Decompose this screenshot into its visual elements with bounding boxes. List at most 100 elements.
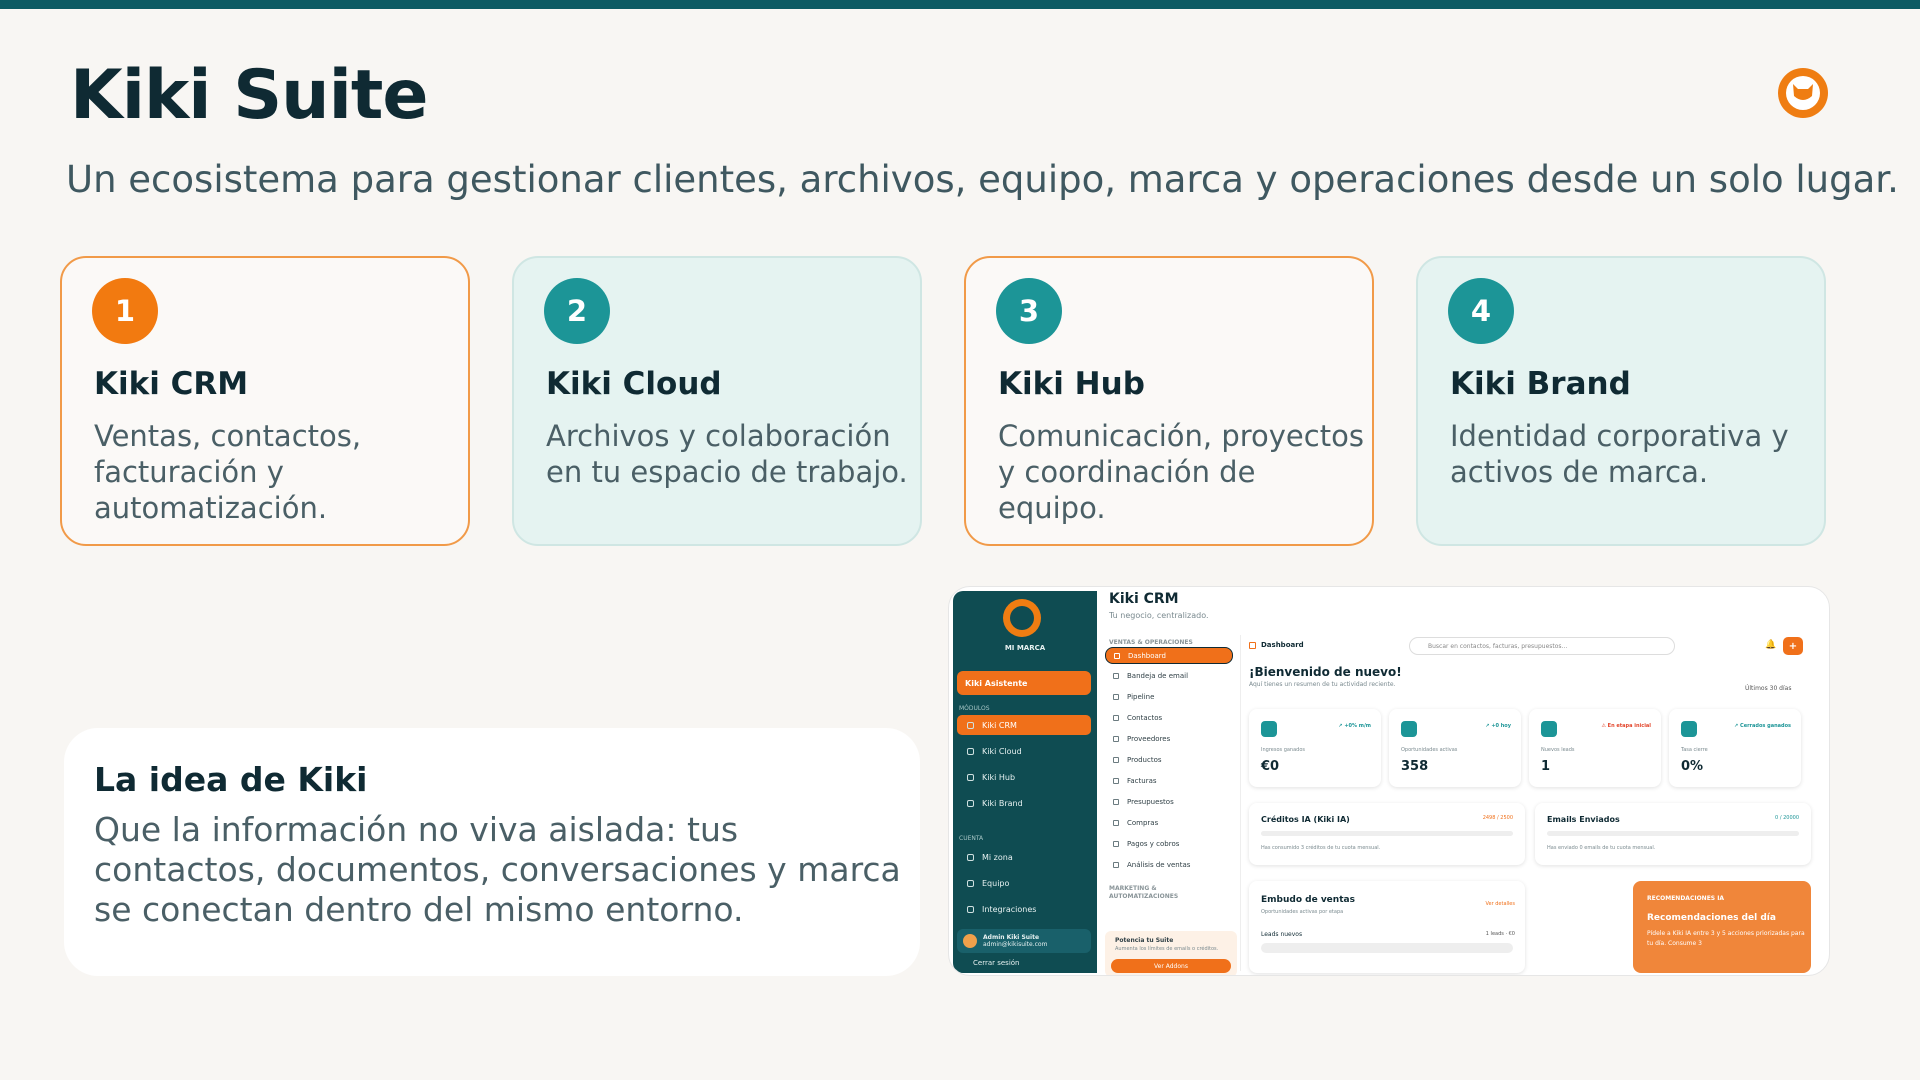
sidebar-item-mi-zona[interactable]: Mi zona	[957, 847, 1091, 867]
card-number: 2	[544, 278, 610, 344]
breadcrumb: Dashboard	[1261, 641, 1304, 649]
trend-icon	[1681, 721, 1697, 737]
stat-value: 1	[1541, 759, 1551, 774]
document-icon	[1113, 798, 1119, 805]
nav-item-productos[interactable]: Productos	[1105, 751, 1233, 768]
nav-section-label: VENTAS & OPERACIONES	[1109, 639, 1193, 646]
nav-item-dashboard[interactable]: Dashboard	[1105, 647, 1233, 664]
nav-item-label: Productos	[1127, 755, 1162, 764]
brand-icon	[967, 799, 974, 807]
nav-item-facturas[interactable]: Facturas	[1105, 772, 1233, 789]
nav-item-presupuestos[interactable]: Presupuestos	[1105, 793, 1233, 810]
assistant-button[interactable]: Kiki Asistente	[957, 671, 1091, 695]
card-kiki-brand: 4 Kiki Brand Identidad corporativa y act…	[1416, 256, 1826, 546]
credits-progress-bar	[1261, 831, 1513, 836]
logout-link[interactable]: Cerrar sesión	[973, 959, 1019, 967]
search-input[interactable]: Buscar en contactos, facturas, presupues…	[1409, 637, 1675, 655]
sidebar-item-kiki-cloud[interactable]: Kiki Cloud	[957, 741, 1091, 761]
addons-button[interactable]: Ver Addons	[1111, 959, 1231, 973]
user-profile[interactable]: Admin Kiki Suite admin@kikisuite.com	[957, 929, 1091, 953]
nav-section-label: MARKETING & AUTOMATIZACIONES	[1109, 885, 1179, 900]
idea-body: Que la información no viva aislada: tus …	[94, 810, 901, 929]
nav-item-email[interactable]: Bandeja de email	[1105, 667, 1233, 684]
dashboard-icon	[1114, 652, 1120, 659]
sidebar-item-integraciones[interactable]: Integraciones	[957, 899, 1091, 919]
user-name: Admin Kiki Suite	[983, 934, 1040, 941]
user-plus-icon	[1541, 721, 1557, 737]
card-description: Ventas, contactos, facturación y automat…	[94, 419, 362, 525]
idea-panel: La idea de Kiki Que la información no vi…	[64, 728, 920, 976]
nav-item-contactos[interactable]: Contactos	[1105, 709, 1233, 726]
invoice-icon	[1113, 777, 1119, 784]
stat-delta: ↗ +0% m/m	[1338, 723, 1371, 729]
stat-card-oportunidades: ↗ +0 hoy Oportunidades activas 358	[1389, 709, 1521, 787]
contacts-icon	[1113, 714, 1119, 721]
product-cards: 1 Kiki CRM Ventas, contactos, facturació…	[60, 256, 1826, 546]
card-number: 4	[1448, 278, 1514, 344]
stat-card-ingresos: ↗ +0% m/m Ingresos ganados €0	[1249, 709, 1381, 787]
user-email: admin@kikisuite.com	[983, 941, 1048, 948]
stat-card-leads: ⚠ En etapa inicial Nuevos leads 1	[1529, 709, 1661, 787]
emails-title: Emails Enviados	[1547, 815, 1620, 824]
home-icon	[967, 853, 974, 861]
nav-item-pagos[interactable]: Pagos y cobros	[1105, 835, 1233, 852]
page-header: Kiki CRM Tu negocio, centralizado.	[1109, 591, 1209, 620]
nav-item-compras[interactable]: Compras	[1105, 814, 1233, 831]
user-text: Admin Kiki Suite admin@kikisuite.com	[983, 934, 1047, 948]
bell-icon[interactable]: 🔔	[1765, 640, 1776, 650]
mail-icon	[1113, 672, 1119, 679]
welcome-subtitle: Aquí tienes un resumen de tu actividad r…	[1249, 681, 1396, 688]
nav-item-label: Contactos	[1127, 713, 1163, 722]
card-number: 3	[996, 278, 1062, 344]
page-title: Kiki CRM	[1109, 591, 1179, 607]
sidebar-item-kiki-hub[interactable]: Kiki Hub	[957, 767, 1091, 787]
dashboard-header: Dashboard Buscar en contactos, facturas,…	[1245, 635, 1825, 657]
funnel-subtitle: Oportunidades activas por etapa	[1261, 909, 1344, 915]
funnel-row-label: Leads nuevos	[1261, 931, 1303, 938]
credits-count: 2498 / 2500	[1482, 815, 1513, 821]
kiki-logo-icon	[1778, 68, 1828, 118]
sidebar-item-label: Kiki CRM	[982, 720, 1017, 730]
sidebar-item-equipo[interactable]: Equipo	[957, 873, 1091, 893]
dashboard-icon	[1249, 642, 1256, 649]
pipeline-icon	[1113, 693, 1119, 700]
card-kiki-hub: 3 Kiki Hub Comunicación, proyectos y coo…	[964, 256, 1374, 546]
add-button[interactable]: +	[1783, 637, 1803, 655]
sidebar-item-label: Kiki Brand	[982, 798, 1023, 808]
promo-box: Potencia tu Suite Aumenta los límites de…	[1105, 931, 1237, 975]
sidebar-item-label: Mi zona	[982, 852, 1013, 862]
promo-subtitle: Aumenta los límites de emails o créditos…	[1115, 946, 1219, 952]
nav-item-analisis[interactable]: Análisis de ventas	[1105, 856, 1233, 873]
nav-item-label: Presupuestos	[1127, 797, 1174, 806]
module-icon	[967, 721, 974, 729]
card-title: Kiki Cloud	[546, 366, 722, 402]
credits-card: Créditos IA (Kiki IA) 2498 / 2500 Has co…	[1249, 803, 1525, 865]
date-range-select[interactable]: Últimos 30 días	[1745, 685, 1791, 692]
box-icon	[1113, 756, 1119, 763]
card-title: Kiki Brand	[1450, 366, 1631, 402]
stat-label: Tasa cierre	[1681, 747, 1708, 753]
funnel-bar	[1261, 943, 1513, 953]
cart-icon	[1113, 819, 1119, 826]
card-title: Kiki Hub	[998, 366, 1145, 402]
credits-subtitle: Has consumido 3 créditos de tu cuota men…	[1261, 845, 1381, 851]
sidebar-item-kiki-brand[interactable]: Kiki Brand	[957, 793, 1091, 813]
stat-delta: ↗ Cerrados ganados	[1734, 723, 1791, 729]
nav-item-pipeline[interactable]: Pipeline	[1105, 688, 1233, 705]
target-icon	[1401, 721, 1417, 737]
funnel-details-link[interactable]: Ver detalles	[1486, 901, 1516, 907]
ai-recommendations-card[interactable]: RECOMENDACIONES IA Recomendaciones del d…	[1633, 881, 1811, 973]
funnel-row-value: 1 leads · €0	[1485, 931, 1515, 937]
top-accent-bar	[0, 0, 1920, 9]
nav-item-label: Pipeline	[1127, 692, 1155, 701]
stat-label: Oportunidades activas	[1401, 747, 1458, 753]
nav-item-proveedores[interactable]: Proveedores	[1105, 730, 1233, 747]
stat-value: 0%	[1681, 759, 1704, 774]
funnel-card: Embudo de ventas Oportunidades activas p…	[1249, 881, 1525, 973]
nav-item-label: Bandeja de email	[1127, 671, 1189, 680]
card-icon	[1113, 840, 1119, 847]
emails-card: Emails Enviados 0 / 20000 Has enviado 0 …	[1535, 803, 1811, 865]
chart-icon	[1113, 861, 1119, 868]
sidebar-item-kiki-crm[interactable]: Kiki CRM	[957, 715, 1091, 735]
dashboard-main: Dashboard Buscar en contactos, facturas,…	[1245, 635, 1825, 973]
